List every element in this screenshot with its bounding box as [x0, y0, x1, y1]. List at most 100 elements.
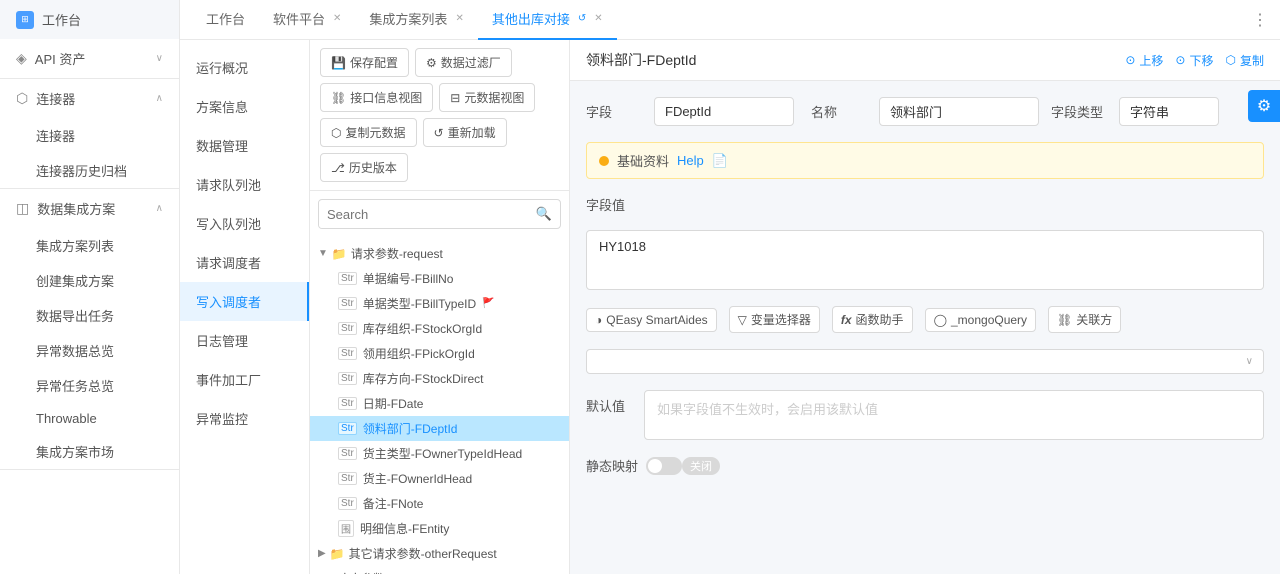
left-nav-data-mgmt[interactable]: 数据管理: [180, 126, 309, 165]
type-badge-str8: Str: [338, 447, 357, 460]
sidebar-item-workbench[interactable]: ⊞ 工作台: [0, 0, 179, 39]
sidebar-item-create-solution[interactable]: 创建集成方案: [0, 263, 179, 298]
settings-gear-button[interactable]: ⚙: [1248, 90, 1280, 122]
default-input[interactable]: 如果字段值不生效时，会启用该默认值: [644, 390, 1264, 440]
tree-item-fpickorgid[interactable]: Str 领用组织-FPickOrgId: [310, 341, 569, 366]
left-nav-log-mgmt[interactable]: 日志管理: [180, 321, 309, 360]
sidebar-item-connector[interactable]: ⬡ 连接器 ∧: [0, 79, 179, 118]
tab-solution-list[interactable]: 集成方案列表 ✕: [355, 0, 477, 40]
left-nav-solution-info[interactable]: 方案信息: [180, 87, 309, 126]
main-area: 工作台 软件平台 ✕ 集成方案列表 ✕ 其他出库对接 ↺ ✕ ⋮: [180, 0, 1280, 574]
sidebar-connector-label: 连接器: [36, 89, 75, 108]
tree-item-fbillno[interactable]: Str 单据编号-FBillNo: [310, 266, 569, 291]
tab-other-db[interactable]: 其他出库对接 ↺ ✕: [478, 0, 617, 40]
sidebar-item-connector-sub1[interactable]: 连接器: [0, 118, 179, 153]
tree-item-fentity[interactable]: 围 明细信息-FEntity: [310, 516, 569, 541]
static-toggle[interactable]: 关闭: [646, 457, 720, 475]
sidebar-item-exception-task[interactable]: 异常任务总览: [0, 368, 179, 403]
toggle-track: [646, 457, 682, 475]
left-nav-run-overview[interactable]: 运行概况: [180, 48, 309, 87]
tool-qeasy[interactable]: ◑ QEasy SmartAides: [586, 308, 717, 332]
copy-meta-button[interactable]: ⬡ 复制元数据: [320, 118, 417, 147]
search-input[interactable]: [319, 201, 528, 228]
left-nav-exception-monitor[interactable]: 异常监控: [180, 399, 309, 438]
default-row: 默认值 如果字段值不生效时，会启用该默认值: [586, 390, 1264, 440]
left-nav-request-scheduler[interactable]: 请求调度者: [180, 243, 309, 282]
down-arrow-icon: ⊙: [1175, 53, 1185, 67]
function-icon: fx: [841, 313, 852, 327]
tab-workbench[interactable]: 工作台: [192, 0, 259, 40]
tool-function[interactable]: fx 函数助手: [832, 306, 913, 333]
tab-other-db-x-icon[interactable]: ✕: [594, 13, 602, 24]
field-input[interactable]: [654, 97, 794, 126]
data-filter-button[interactable]: ⚙ 数据过滤厂: [415, 48, 512, 77]
tab-software-close-icon[interactable]: ✕: [333, 13, 341, 24]
move-down-button[interactable]: ⊙ 下移: [1175, 52, 1213, 69]
reload-button[interactable]: ↺ 重新加载: [423, 118, 507, 147]
meta-view-button[interactable]: ⊟ 元数据视图: [439, 83, 535, 112]
history-button[interactable]: ⎇ 历史版本: [320, 153, 408, 182]
right-panel-header: 领料部门-FDeptId ⊙ 上移 ⊙ 下移 ⬡ 复制: [570, 40, 1280, 81]
desc-help-link[interactable]: Help: [677, 153, 704, 168]
select-dropdown[interactable]: ∨: [586, 349, 1264, 374]
connector-arrow-icon: ∧: [156, 93, 163, 104]
tab-other-db-close-icon[interactable]: ↺: [578, 13, 586, 24]
relate-icon: ⛓: [1057, 313, 1072, 327]
interface-view-button[interactable]: ⛓ 接口信息视图: [320, 83, 433, 112]
field-field: 字段: [586, 97, 799, 126]
qeasy-icon: ◑: [595, 313, 602, 327]
desc-doc-icon[interactable]: 📄: [712, 153, 728, 169]
desc-badge-label: 基础资料: [617, 151, 669, 170]
select-chevron-icon: ∨: [1246, 356, 1253, 367]
move-up-button[interactable]: ⊙ 上移: [1125, 52, 1163, 69]
desc-content: 基础资料 Help 📄: [586, 142, 1264, 179]
tree-item-fownertype[interactable]: Str 货主类型-FOwnerTypeIdHead: [310, 441, 569, 466]
sidebar-item-api[interactable]: ◈ API 资产 ∨: [0, 39, 179, 78]
name-input[interactable]: [879, 97, 1039, 126]
mongo-icon: ◯: [934, 313, 947, 327]
sidebar-item-throwable[interactable]: Throwable: [0, 403, 179, 434]
sidebar-item-solution-list[interactable]: 集成方案列表: [0, 228, 179, 263]
tab-more-button[interactable]: ⋮: [1252, 10, 1268, 30]
tree-item-fdate[interactable]: Str 日期-FDate: [310, 391, 569, 416]
tool-mongo[interactable]: ◯ _mongoQuery: [925, 308, 1036, 332]
sidebar-item-market[interactable]: 集成方案市场: [0, 434, 179, 469]
exception-overview-label: 异常数据总览: [36, 344, 114, 359]
tree-item-fentity-label: 明细信息-FEntity: [360, 520, 449, 537]
left-nav-event-factory[interactable]: 事件加工厂: [180, 360, 309, 399]
sidebar-item-data-solution[interactable]: ◫ 数据集成方案 ∧: [0, 189, 179, 228]
tree-item-response[interactable]: 📁 响应参数-response: [310, 566, 569, 574]
data-filter-icon: ⚙: [426, 56, 437, 70]
left-nav-write-queue[interactable]: 写入队列池: [180, 204, 309, 243]
tree-item-fownerid[interactable]: Str 货主-FOwnerIdHead: [310, 466, 569, 491]
left-nav-write-scheduler[interactable]: 写入调度者: [180, 282, 309, 321]
search-icon[interactable]: 🔍: [528, 200, 560, 228]
tool-relate[interactable]: ⛓ 关联方: [1048, 306, 1121, 333]
sidebar-item-export-task[interactable]: 数据导出任务: [0, 298, 179, 333]
sidebar-section-connector: ⬡ 连接器 ∧ 连接器 连接器历史归档: [0, 79, 179, 189]
field-name-type-row: 字段 名称 字段类型: [586, 97, 1264, 126]
tree-item-fownerid-label: 货主-FOwnerIdHead: [363, 470, 472, 487]
tab-solution-list-close-icon[interactable]: ✕: [455, 13, 463, 24]
save-config-label: 保存配置: [350, 54, 398, 71]
tree-item-request[interactable]: ▼ 📁 请求参数-request: [310, 241, 569, 266]
tree-item-fdeptid[interactable]: Str 领料部门-FDeptId: [310, 416, 569, 441]
save-config-button[interactable]: 💾 保存配置: [320, 48, 409, 77]
type-input[interactable]: [1119, 97, 1219, 126]
tab-software[interactable]: 软件平台 ✕: [259, 0, 355, 40]
sidebar-item-connector-history[interactable]: 连接器历史归档: [0, 153, 179, 188]
tree-item-fstockorgid[interactable]: Str 库存组织-FStockOrgId: [310, 316, 569, 341]
tool-variable[interactable]: ▽ 变量选择器: [729, 306, 820, 333]
toolbar: 💾 保存配置 ⚙ 数据过滤厂 ⛓ 接口信息视图 ⊟ 元数据视图: [310, 40, 569, 191]
type-badge-str: Str: [338, 272, 357, 285]
data-solution-arrow-icon: ∧: [156, 203, 163, 214]
tree-item-fbilltypeid[interactable]: Str 单据类型-FBillTypeID 🚩: [310, 291, 569, 316]
type-badge-str5: Str: [338, 372, 357, 385]
tree-item-fstockdirect[interactable]: Str 库存方向-FStockDirect: [310, 366, 569, 391]
copy-field-button[interactable]: ⬡ 复制: [1226, 52, 1265, 69]
qeasy-label: QEasy SmartAides: [606, 313, 707, 327]
tree-item-other-request[interactable]: ▶ 📁 其它请求参数-otherRequest: [310, 541, 569, 566]
sidebar-item-exception-overview[interactable]: 异常数据总览: [0, 333, 179, 368]
left-nav-request-queue[interactable]: 请求队列池: [180, 165, 309, 204]
tree-item-fnote[interactable]: Str 备注-FNote: [310, 491, 569, 516]
